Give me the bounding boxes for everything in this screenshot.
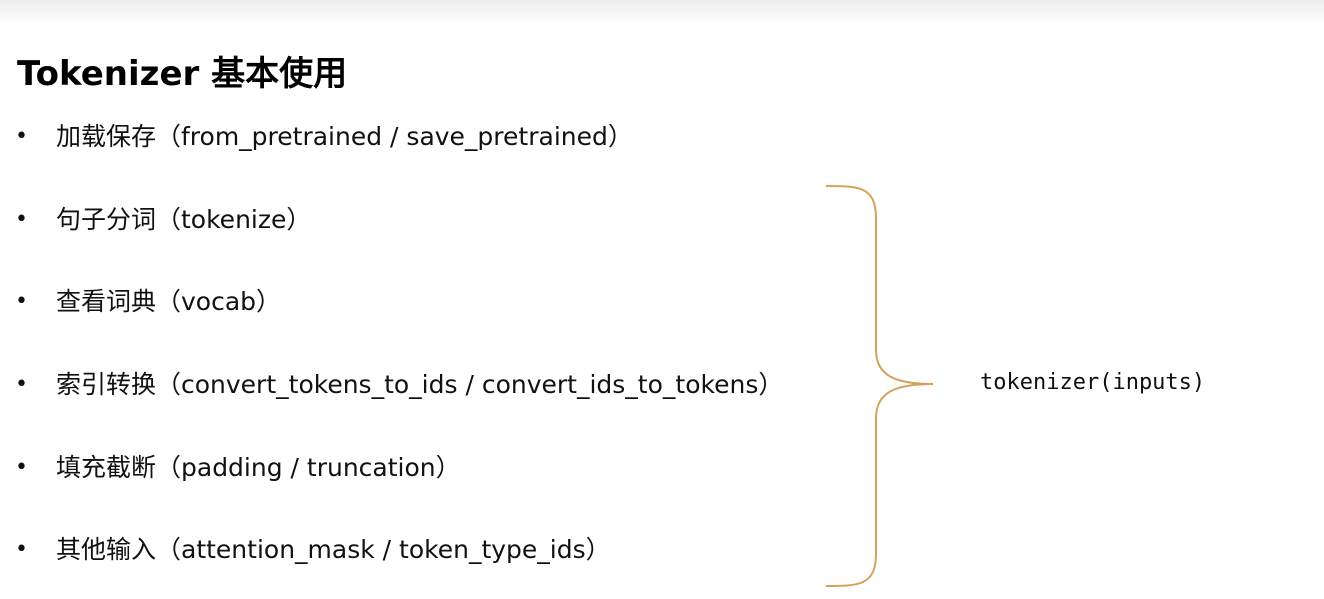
bullet-dot: •	[15, 207, 28, 232]
list-item-label: 查看词典（vocab）	[56, 287, 282, 316]
brace-path	[825, 185, 934, 587]
bullet-dot: •	[15, 289, 28, 314]
slide-title: Tokenizer 基本使用	[17, 53, 348, 94]
list-item-label: 索引转换（convert_tokens_to_ids / convert_ids…	[56, 370, 784, 399]
bullet-dot: •	[15, 372, 28, 397]
list-item-label: 句子分词（tokenize）	[56, 205, 312, 234]
list-item-label: 加载保存（from_pretrained / save_pretrained）	[56, 122, 633, 151]
list-item-label: 其他输入（attention_mask / token_type_ids）	[56, 535, 611, 564]
bullet-dot: •	[15, 537, 28, 562]
list-item-label: 填充截断（padding / truncation）	[56, 453, 461, 482]
bullet-dot: •	[15, 455, 28, 480]
right-curly-brace	[825, 185, 934, 587]
tokenizer-call-label: tokenizer(inputs)	[980, 370, 1206, 395]
bullet-dot: •	[15, 124, 28, 149]
top-shadow-strip	[0, 0, 1324, 22]
